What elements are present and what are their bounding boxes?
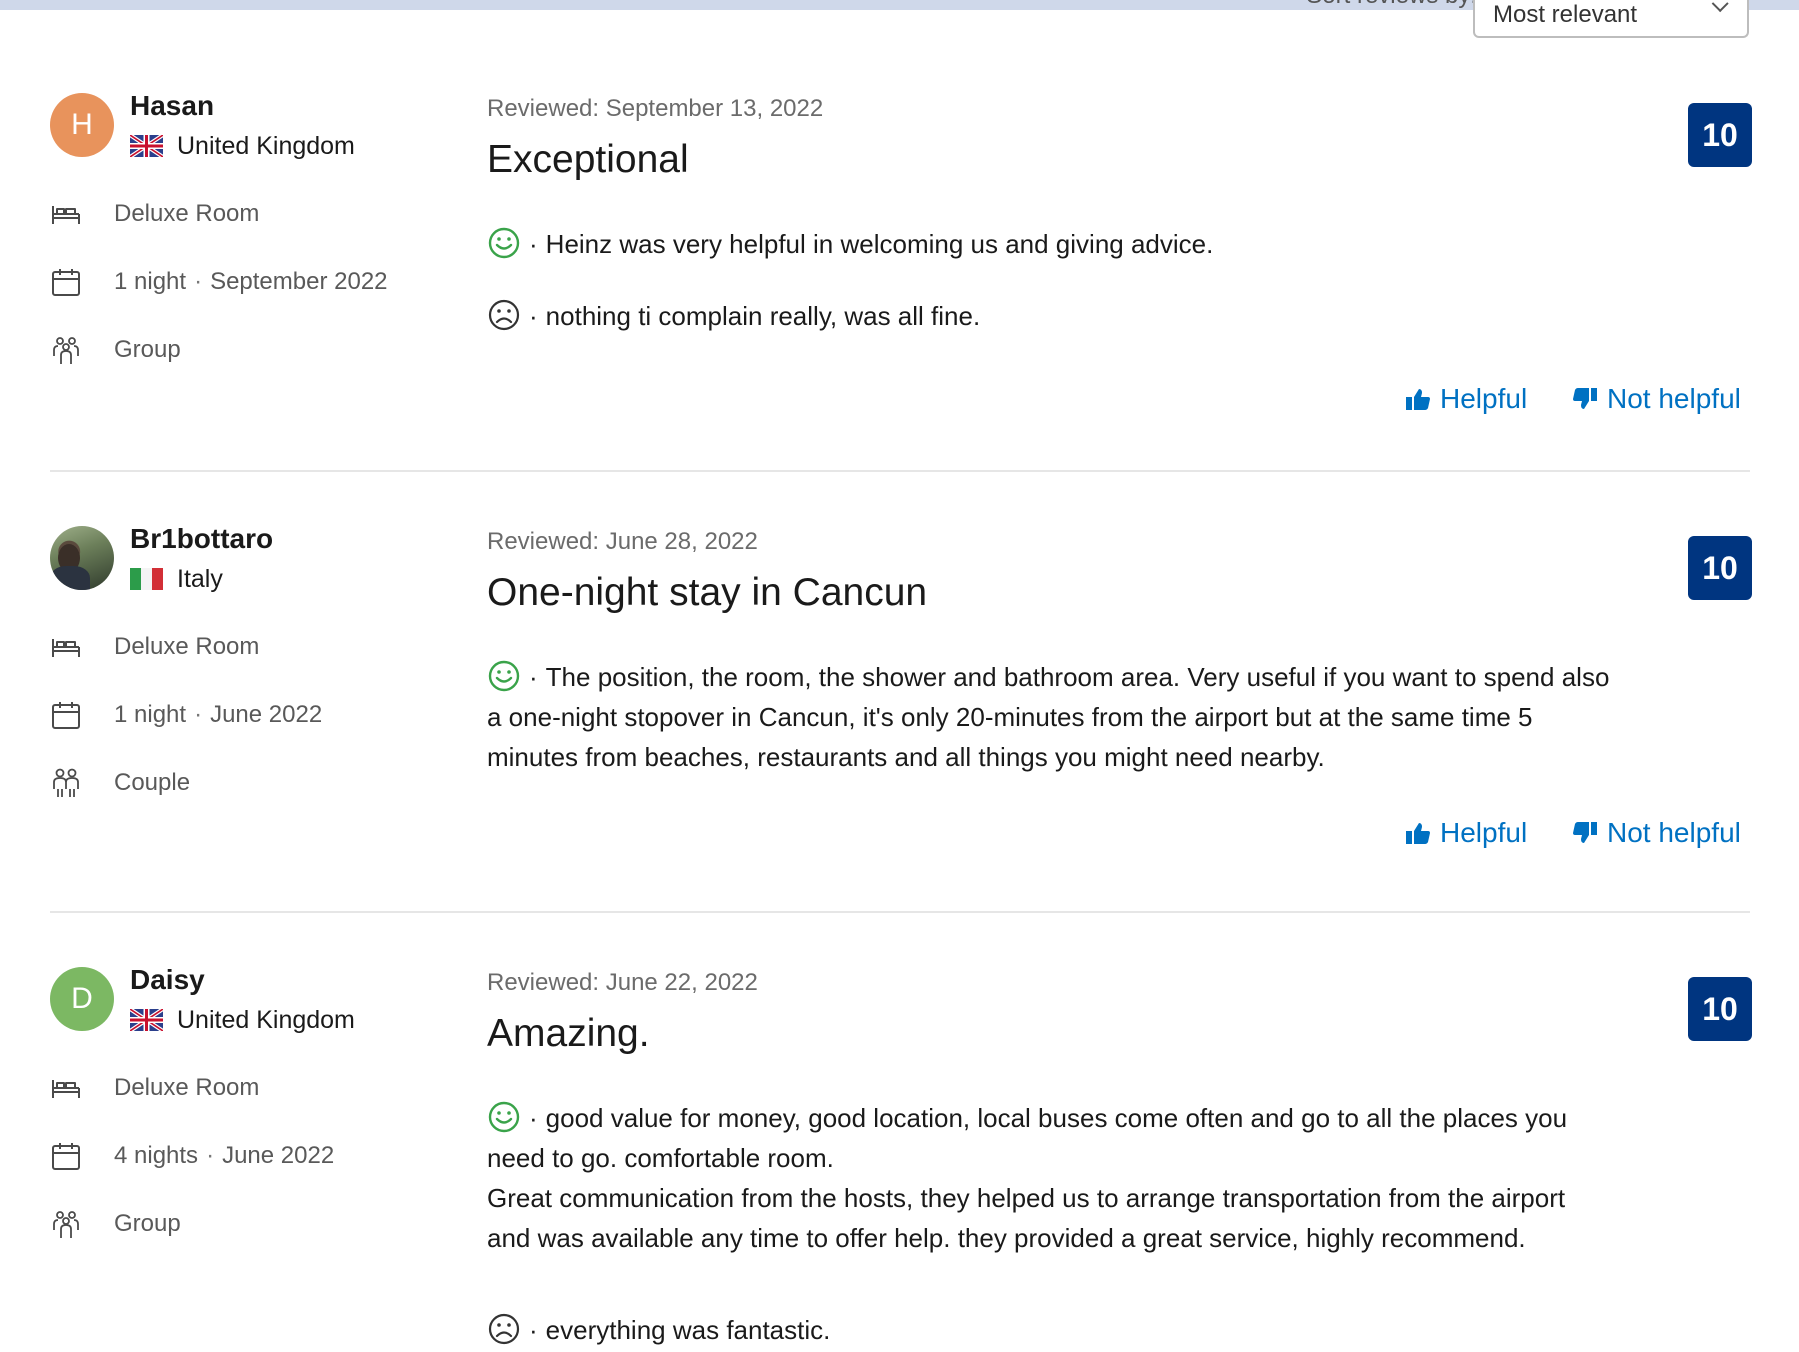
country-label: United Kingdom <box>177 131 355 160</box>
traveler-type-label: Group <box>114 336 181 363</box>
uk-flag-icon <box>130 1009 163 1031</box>
negative-comment: · nothing ti complain really, was all fin… <box>487 296 1752 336</box>
stay-info: 1 night · June 2022 <box>50 697 322 733</box>
room-label: Deluxe Room <box>114 200 260 227</box>
thumbs-down-icon <box>1571 819 1599 847</box>
thumbs-up-icon <box>1404 385 1432 413</box>
reviewed-date: Reviewed: June 28, 2022 <box>487 528 758 555</box>
negative-comment: · everything was fantastic. <box>487 1310 1752 1350</box>
helpful-button[interactable]: Helpful <box>1404 815 1527 851</box>
sort-selected-value: Most relevant <box>1493 1 1638 28</box>
separator-dot: · <box>206 1142 215 1169</box>
smile-icon <box>487 659 521 693</box>
room-type: Deluxe Room <box>50 629 259 665</box>
smile-icon <box>487 1100 521 1134</box>
positive-comment: · The position, the room, the shower and … <box>487 657 1752 777</box>
calendar-icon <box>50 699 82 731</box>
smile-icon <box>487 226 521 260</box>
stay-info: 1 night · September 2022 <box>50 264 388 300</box>
avatar <box>50 526 114 590</box>
positive-text-line: and was available any time to offer help… <box>487 1223 1526 1253</box>
frown-icon <box>487 298 521 332</box>
positive-text-line: The position, the room, the shower and b… <box>545 662 1610 692</box>
reviewed-date: Reviewed: September 13, 2022 <box>487 95 824 122</box>
thumbs-down-icon <box>1571 385 1599 413</box>
positive-text: Heinz was very helpful in welcoming us a… <box>545 229 1214 259</box>
negative-text: everything was fantastic. <box>545 1315 831 1345</box>
room-type: Deluxe Room <box>50 196 259 232</box>
review-card: Br1bottaro Italy Deluxe Room 1 night · Jun… <box>0 481 1799 921</box>
bed-icon <box>50 1072 82 1104</box>
positive-text-line: good value for money, good location, loc… <box>545 1103 1568 1133</box>
reviewer-name: Br1bottaro <box>130 523 274 554</box>
room-label: Deluxe Room <box>114 633 260 660</box>
positive-text-line: minutes from beaches, restaurants and al… <box>487 742 1325 772</box>
thumbs-up-icon <box>1404 819 1432 847</box>
score-badge: 10 <box>1688 977 1752 1041</box>
stay-date: September 2022 <box>210 268 388 295</box>
reviewer-country: United Kingdom <box>130 130 355 162</box>
traveler-type-label: Couple <box>114 769 191 796</box>
review-title: One-night stay in Cancun <box>487 571 928 614</box>
separator-dot: · <box>194 701 203 728</box>
room-type: Deluxe Room <box>50 1070 259 1106</box>
separator-dot: · <box>194 268 203 295</box>
country-label: United Kingdom <box>177 1005 355 1034</box>
not-helpful-label: Not helpful <box>1607 383 1741 414</box>
helpful-button[interactable]: Helpful <box>1404 381 1527 417</box>
review-title: Exceptional <box>487 138 689 181</box>
stay-info: 4 nights · June 2022 <box>50 1138 334 1174</box>
review-title: Amazing. <box>487 1012 650 1055</box>
stay-date: June 2022 <box>210 701 323 728</box>
positive-text-line: Great communication from the hosts, they… <box>487 1183 1566 1213</box>
positive-comment: · Heinz was very helpful in welcoming us … <box>487 224 1752 264</box>
sort-label: Sort reviews by: <box>1306 0 1477 10</box>
review-card: D Daisy United Kingdom Deluxe Room 4 nig… <box>0 922 1799 1352</box>
reviewer-country: Italy <box>130 563 223 595</box>
traveler-type: Couple <box>50 765 190 801</box>
reviewer-name: Daisy <box>130 964 205 995</box>
traveler-type-label: Group <box>114 1210 181 1237</box>
nights-label: 1 night <box>114 268 187 295</box>
group-icon <box>50 1208 82 1240</box>
room-label: Deluxe Room <box>114 1074 260 1101</box>
helpful-label: Helpful <box>1440 817 1528 848</box>
reviewer-name: Hasan <box>130 90 215 121</box>
avatar: H <box>50 93 114 157</box>
bed-icon <box>50 631 82 663</box>
not-helpful-button[interactable]: Not helpful <box>1571 381 1741 417</box>
couple-icon <box>50 767 82 799</box>
review-card: H Hasan United Kingdom Deluxe Room 1 nig… <box>0 48 1799 488</box>
reviews-page: Sort reviews by: Most relevant H Hasan U… <box>0 0 1799 1352</box>
traveler-type: Group <box>50 1206 181 1242</box>
divider <box>50 470 1750 472</box>
not-helpful-label: Not helpful <box>1607 817 1741 848</box>
calendar-icon <box>50 1140 82 1172</box>
traveler-type: Group <box>50 332 181 368</box>
nights-label: 1 night <box>114 701 187 728</box>
positive-comment: · good value for money, good location, lo… <box>487 1098 1752 1258</box>
bed-icon <box>50 198 82 230</box>
negative-text: nothing ti complain really, was all fine… <box>545 301 981 331</box>
italy-flag-icon <box>130 568 163 590</box>
score-badge: 10 <box>1688 536 1752 600</box>
reviewed-date: Reviewed: June 22, 2022 <box>487 969 758 996</box>
reviewer-country: United Kingdom <box>130 1004 355 1036</box>
divider <box>50 911 1750 913</box>
stay-date: June 2022 <box>222 1142 335 1169</box>
avatar: D <box>50 967 114 1031</box>
chevron-down-icon <box>1711 0 1729 13</box>
group-icon <box>50 334 82 366</box>
country-label: Italy <box>177 564 223 593</box>
positive-text-line: a one-night stopover in Cancun, it's onl… <box>487 702 1533 732</box>
not-helpful-button[interactable]: Not helpful <box>1571 815 1741 851</box>
calendar-icon <box>50 266 82 298</box>
sort-select[interactable]: Most relevant <box>1473 0 1749 38</box>
nights-label: 4 nights <box>114 1142 199 1169</box>
uk-flag-icon <box>130 135 163 157</box>
helpful-label: Helpful <box>1440 383 1528 414</box>
positive-text-line: need to go. comfortable room. <box>487 1143 834 1173</box>
frown-icon <box>487 1312 521 1346</box>
score-badge: 10 <box>1688 103 1752 167</box>
